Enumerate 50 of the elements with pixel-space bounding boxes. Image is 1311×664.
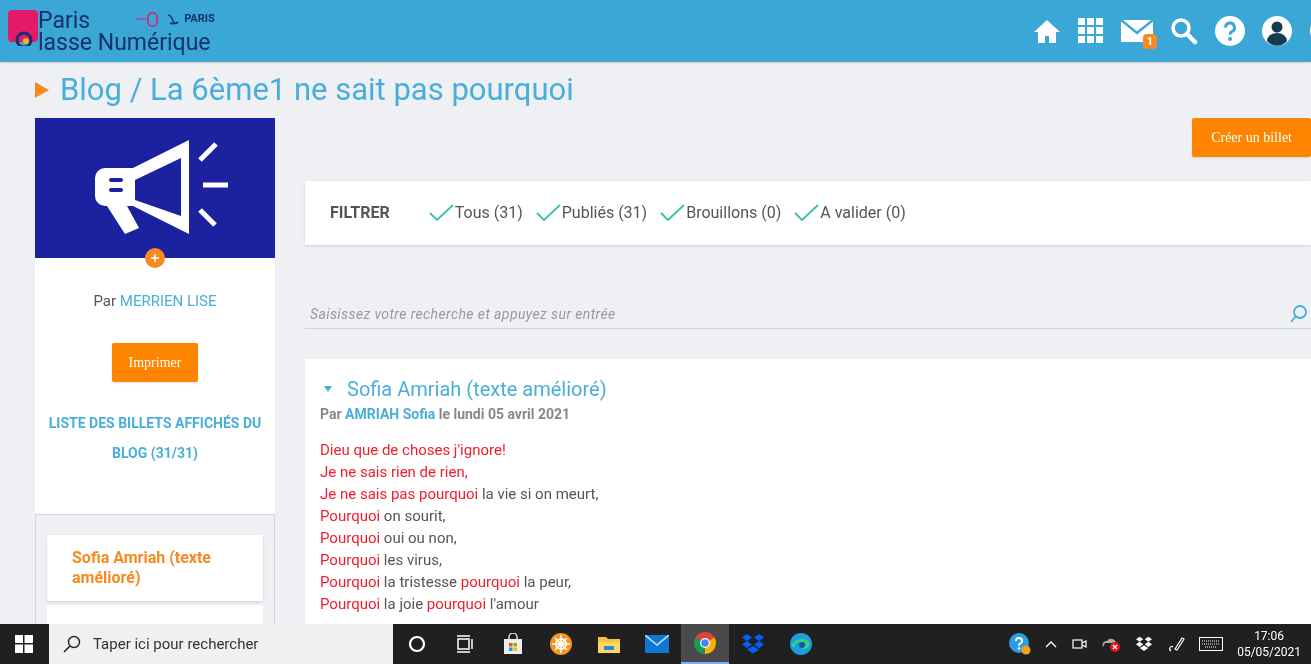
help-icon[interactable] (1009, 633, 1032, 655)
home-icon[interactable] (1033, 18, 1061, 44)
windows-start-icon[interactable] (15, 635, 33, 653)
poem-line: Pourquoi on sourit, (320, 506, 447, 527)
mail-icon[interactable] (1121, 19, 1153, 43)
poem-line: Je ne sais pas pourquoi la vie si on meurt, (320, 484, 600, 505)
search-field[interactable]: Saisissez votre recherche et appuyez sur entrée (305, 299, 1311, 329)
triangle-icon (35, 82, 49, 98)
folder-icon (597, 634, 621, 654)
academy-logo-icon (136, 11, 159, 27)
plus-icon[interactable] (145, 248, 165, 268)
paris-logo-icon (166, 12, 181, 26)
envelope-icon (645, 635, 669, 653)
poem-line: Dieu que de choses j'ignore! (320, 440, 507, 461)
poem-line: Pourquoi les virus, (320, 550, 443, 571)
circle-icon (408, 635, 426, 653)
task-view-icon (455, 635, 475, 653)
page-title: Blog / La 6ème1 ne sait pas pourquoi (60, 69, 574, 110)
post-meta: Par AMRIAH Sofia le lundi 05 avril 2021 (320, 405, 572, 424)
author-line: Par MERRIEN LISE (93, 291, 217, 312)
poem-line: Je ne sais rien de rien, (320, 462, 469, 483)
logo-icon (8, 8, 40, 46)
pen-icon[interactable] (1167, 635, 1186, 653)
filter-option[interactable]: Brouillons (0) (660, 201, 782, 225)
dropbox-icon[interactable] (1135, 636, 1154, 652)
user-avatar-icon[interactable] (1262, 16, 1292, 46)
logo-text: Paris (38, 10, 91, 32)
filter-option[interactable]: A valider (0) (794, 201, 906, 225)
taskbar-search-field[interactable]: Taper ici pour rechercher (49, 624, 393, 664)
poem-line: Pourquoi oui ou non, (320, 528, 458, 549)
grid-icon[interactable] (1078, 18, 1104, 44)
poem-line: Pourquoi la tristesse pourquoi la peur, (320, 572, 572, 593)
notification-badge: 1 (1142, 34, 1157, 49)
shopping-bag-icon (502, 633, 524, 655)
post-list-heading: LISTE DES BILLETS AFFICHÉS DU BLOG (31/31) (47, 413, 263, 463)
poem-line: Pourquoi la joie pourquoi l'amour (320, 594, 540, 615)
filter-option[interactable]: Publiés (31) (535, 201, 648, 225)
search-icon[interactable] (1170, 17, 1198, 45)
wheel-icon (549, 632, 573, 656)
browser-swirl-icon (789, 632, 813, 656)
partner-logo-text: PARIS (184, 12, 215, 26)
dropbox-icon (741, 633, 765, 655)
filter-option[interactable]: Tous (31) (428, 201, 523, 225)
search-icon (63, 635, 81, 653)
logo-text: lasse Numérique (38, 32, 212, 54)
chevron-up-icon[interactable] (1045, 640, 1058, 648)
keyboard-icon[interactable] (1199, 637, 1224, 651)
browser-icon (693, 631, 717, 655)
clock[interactable]: 17:06 05/05/2021 (1237, 628, 1301, 660)
filter-label: FILTRER (330, 202, 390, 224)
